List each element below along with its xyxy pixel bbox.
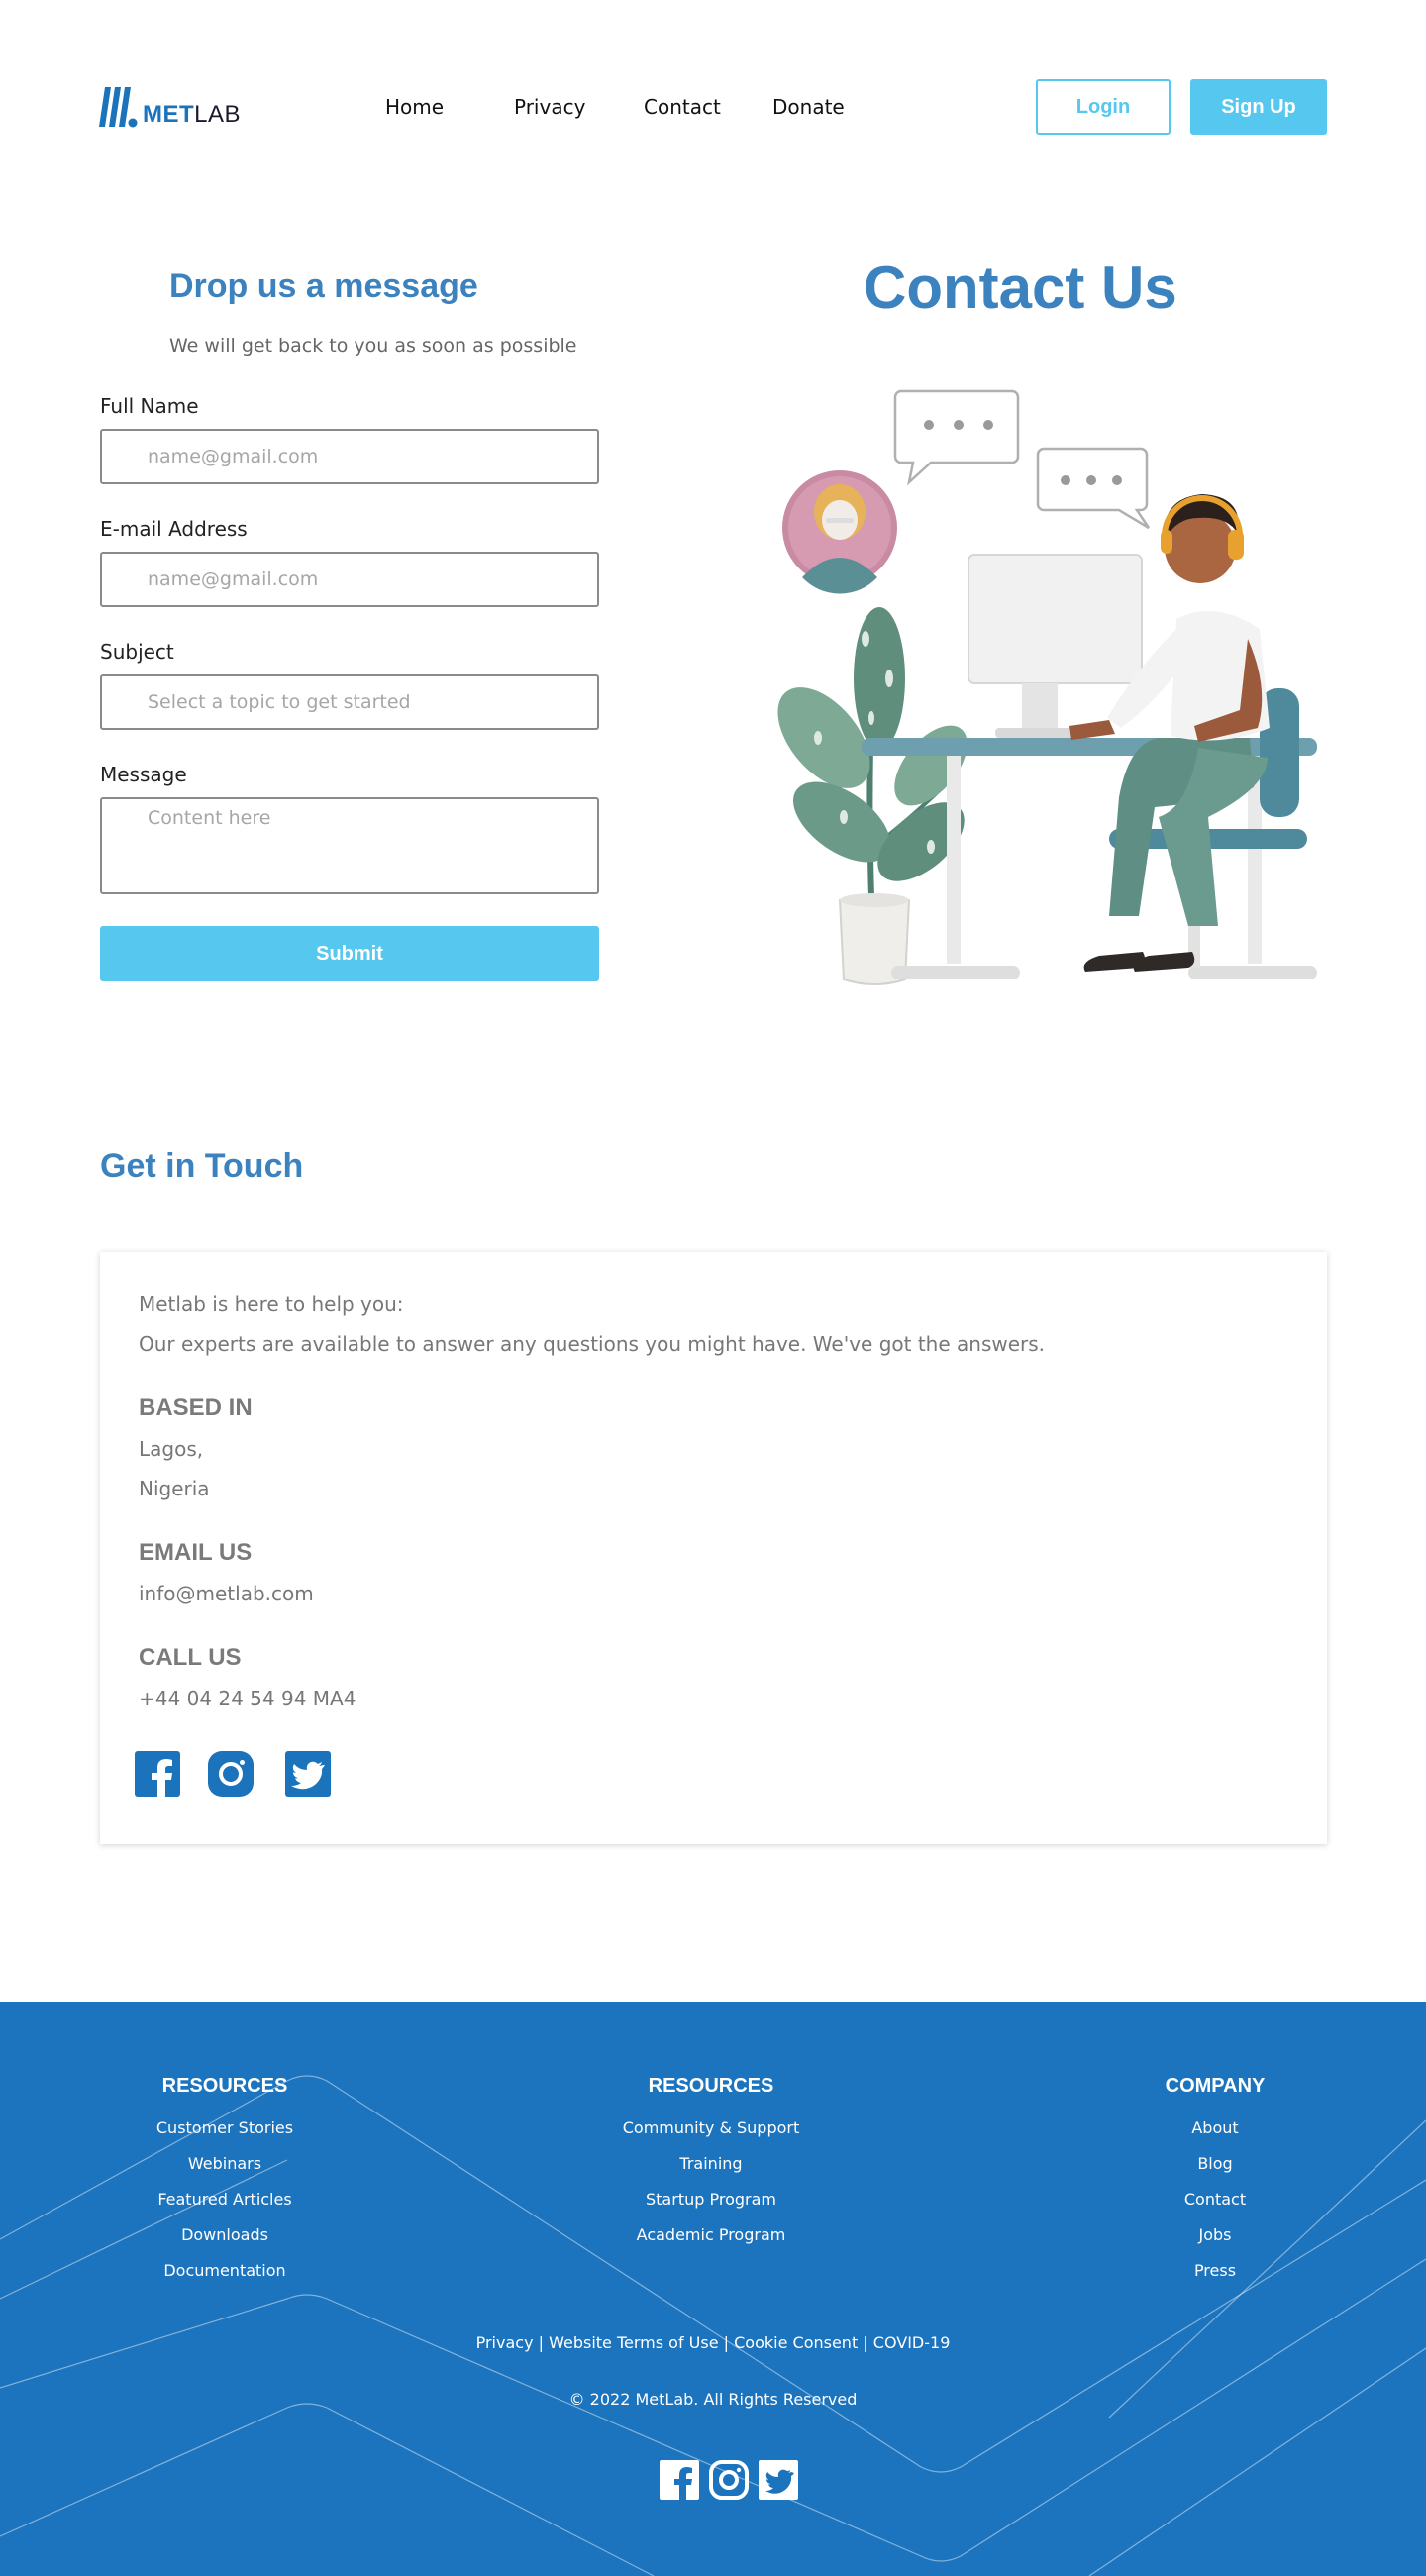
message-textarea[interactable] <box>100 797 599 894</box>
site-header: METLAB Home Privacy Contact Donate Login… <box>0 0 1426 218</box>
logo-text: METLAB <box>143 101 242 128</box>
footer-link[interactable]: Blog <box>1057 2146 1374 2182</box>
footer-col-heading: RESOURCES <box>648 2075 774 2097</box>
footer-col-heading: RESOURCES <box>161 2075 288 2097</box>
full-name-input[interactable] <box>100 429 599 484</box>
call-us-value[interactable]: +44 04 24 54 94 MA4 <box>139 1687 356 1710</box>
email-us-heading: EMAIL US <box>139 1539 253 1566</box>
login-button[interactable]: Login <box>1036 79 1171 135</box>
footer-legal-links[interactable]: Privacy | Website Terms of Use | Cookie … <box>0 2333 1426 2352</box>
footer-col-company: COMPANY About Blog Contact Jobs Press <box>1057 2071 1374 2289</box>
based-in-country: Nigeria <box>139 1477 210 1500</box>
avatar-icon <box>782 470 897 594</box>
support-agent-illustration <box>777 389 1317 985</box>
instagram-icon[interactable] <box>709 2460 749 2500</box>
facebook-icon[interactable] <box>660 2460 699 2500</box>
contact-info-card: Metlab is here to help you: Our experts … <box>100 1252 1327 1844</box>
nav-contact[interactable]: Contact <box>644 95 721 119</box>
footer-link[interactable]: Startup Program <box>553 2182 869 2217</box>
footer-link[interactable]: About <box>1057 2111 1374 2146</box>
footer-col-heading: COMPANY <box>1165 2075 1266 2097</box>
based-in-heading: BASED IN <box>139 1394 253 1421</box>
footer-link[interactable]: Downloads <box>66 2217 383 2253</box>
footer-link[interactable]: Featured Articles <box>66 2182 383 2217</box>
footer-link[interactable]: Documentation <box>66 2253 383 2289</box>
subject-label: Subject <box>100 640 174 664</box>
signup-button[interactable]: Sign Up <box>1190 79 1327 135</box>
footer-copyright: © 2022 MetLab. All Rights Reserved <box>568 2390 858 2409</box>
footer-col-resources-2: RESOURCES Community & Support Training S… <box>553 2071 869 2253</box>
speech-bubble-icon <box>893 389 1020 486</box>
metlab-logo[interactable]: METLAB <box>99 85 241 129</box>
speech-bubble-icon <box>1036 447 1151 530</box>
intro-line-1: Metlab is here to help you: <box>139 1292 404 1316</box>
get-in-touch-title: Get in Touch <box>100 1147 304 1185</box>
email-us-value[interactable]: info@metlab.com <box>139 1582 314 1605</box>
site-footer: RESOURCES Customer Stories Webinars Feat… <box>0 2002 1426 2576</box>
form-subtitle: We will get back to you as soon as possi… <box>169 335 577 357</box>
footer-link[interactable]: Customer Stories <box>66 2111 383 2146</box>
message-label: Message <box>100 763 187 786</box>
call-us-heading: CALL US <box>139 1644 242 1671</box>
email-input[interactable] <box>100 552 599 607</box>
footer-col-resources-1: RESOURCES Customer Stories Webinars Feat… <box>66 2071 383 2289</box>
footer-link[interactable]: Press <box>1057 2253 1374 2289</box>
email-label: E-mail Address <box>100 517 248 541</box>
twitter-icon[interactable] <box>285 1751 331 1797</box>
facebook-icon[interactable] <box>135 1751 180 1797</box>
submit-button[interactable]: Submit <box>100 926 599 981</box>
intro-line-2: Our experts are available to answer any … <box>139 1332 1046 1356</box>
based-in-city: Lagos, <box>139 1437 204 1461</box>
nav-donate[interactable]: Donate <box>772 95 845 119</box>
twitter-icon[interactable] <box>759 2460 798 2500</box>
footer-link[interactable]: Community & Support <box>553 2111 869 2146</box>
subject-input[interactable] <box>100 674 599 730</box>
logo-stripes-icon <box>99 87 138 128</box>
full-name-label: Full Name <box>100 394 199 418</box>
contact-us-title: Contact Us <box>864 255 1177 321</box>
footer-link[interactable]: Academic Program <box>553 2217 869 2253</box>
form-title: Drop us a message <box>169 267 478 305</box>
footer-link[interactable]: Training <box>553 2146 869 2182</box>
nav-privacy[interactable]: Privacy <box>514 95 585 119</box>
footer-link[interactable]: Webinars <box>66 2146 383 2182</box>
footer-link[interactable]: Jobs <box>1057 2217 1374 2253</box>
instagram-icon[interactable] <box>208 1751 254 1797</box>
footer-link[interactable]: Contact <box>1057 2182 1374 2217</box>
nav-home[interactable]: Home <box>385 95 444 119</box>
